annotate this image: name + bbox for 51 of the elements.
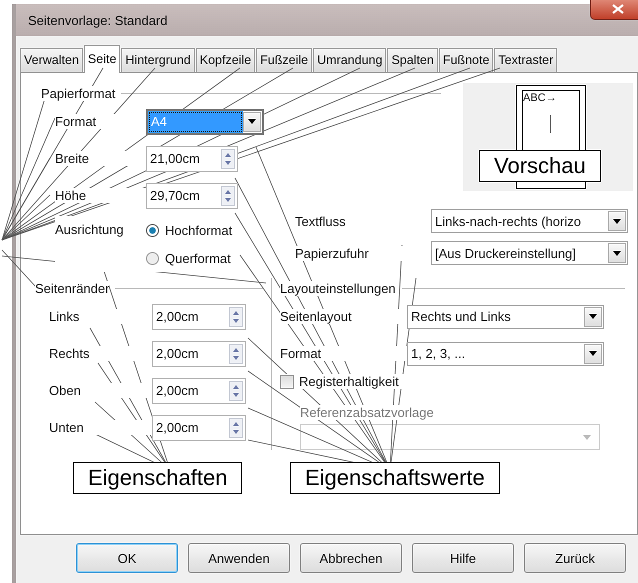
tab[interactable]: Hintergrund [121,48,195,72]
dropdown-arrow-icon [613,250,621,256]
dialog-button[interactable]: OK [76,543,178,573]
reference-style-dropdown[interactable] [300,424,600,450]
close-button[interactable] [590,0,638,20]
callout-label: Eigenschaften [73,462,242,494]
section-heading: Papierformat [41,86,116,100]
callout-label: Vorschau [479,150,601,182]
tab[interactable]: Fußnote [438,48,494,72]
tab[interactable]: Seite [84,45,120,73]
dialog-button[interactable]: Hilfe [412,543,514,573]
section-heading: Layouteinstellungen [280,280,396,296]
window-title: Seitenvorlage: Standard [28,12,168,28]
text-flow-dropdown[interactable]: Links-nach-rechts (horizo [431,209,628,233]
field-label: Ausrichtung [55,216,146,272]
dropdown-arrow-icon [589,351,597,356]
field-label: Höhe [55,188,146,203]
tab[interactable]: Verwalten [20,48,83,72]
spin-arrows-icon [221,148,235,168]
spin-arrows-icon [229,306,243,326]
page-layout-dropdown[interactable]: Rechts und Links [407,304,604,328]
dropdown-arrow-icon [583,434,591,440]
dialog-button[interactable]: Abbrechen [300,543,402,573]
spin-field[interactable]: 2,00cm [152,340,246,366]
callout-label: Eigenschaftswerte [290,462,500,494]
tab[interactable]: Umrandung [313,48,386,72]
spin-field[interactable]: 21,00cm [146,146,238,172]
spin-field[interactable]: 2,00cm [152,414,246,440]
tab[interactable]: Kopfzeile [196,48,256,72]
dialog-button[interactable]: Zurück [524,543,626,573]
spin-field[interactable]: 2,00cm [152,378,246,404]
dropdown-arrow-icon [589,314,597,319]
dropdown-arrow-icon [613,218,621,224]
spin-arrows-icon [221,186,235,206]
paper-tray-dropdown[interactable]: [Aus Druckereinstellung] [431,241,628,265]
dialog-button[interactable]: Anwenden [188,543,290,573]
spin-arrows-icon [229,418,243,438]
close-icon [612,4,624,14]
field-label: Format [280,346,407,361]
tab[interactable]: Fußzeile [256,48,312,72]
tab[interactable]: Textraster [494,48,558,72]
tab[interactable]: Spalten [387,48,438,72]
spin-arrows-icon [229,344,243,364]
numbering-dropdown[interactable]: 1, 2, 3, ... [407,342,604,366]
dropdown-arrow-icon [248,119,256,124]
section-heading: Seitenränder [35,280,110,296]
spin-arrows-icon [229,380,243,400]
field-label: Breite [55,151,146,166]
spin-field[interactable]: 29,70cm [146,182,238,208]
spin-field[interactable]: 2,00cm [152,304,246,330]
field-label: Unten [49,420,152,435]
